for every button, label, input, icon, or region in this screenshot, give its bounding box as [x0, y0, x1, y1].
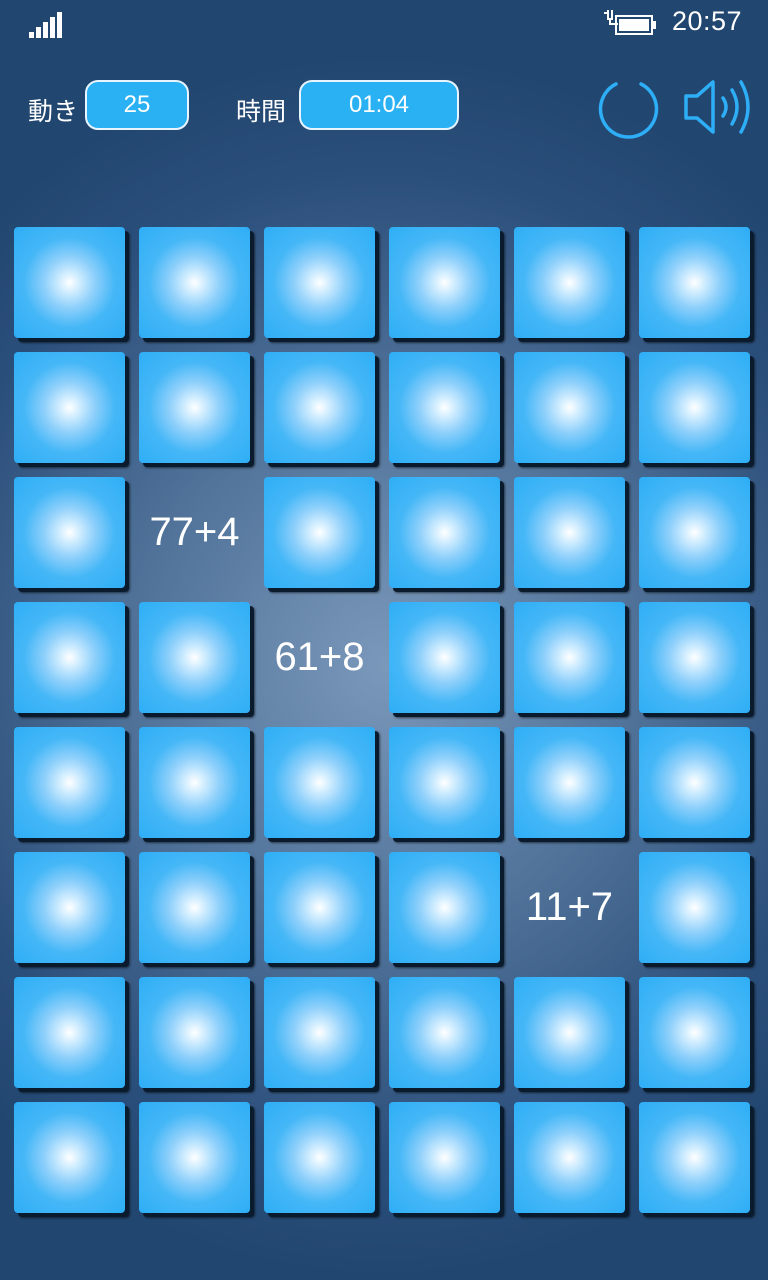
hidden-card-tile[interactable] [139, 852, 250, 963]
hidden-card-tile[interactable] [389, 1102, 500, 1213]
hidden-card-tile[interactable] [264, 727, 375, 838]
hidden-card-tile[interactable] [514, 1102, 625, 1213]
hidden-card-tile[interactable] [264, 852, 375, 963]
hidden-card-tile[interactable] [389, 977, 500, 1088]
hidden-card-tile[interactable] [389, 227, 500, 338]
revealed-card: 61+8 [274, 635, 365, 679]
hidden-card-tile[interactable] [14, 977, 125, 1088]
hidden-card-tile[interactable] [139, 727, 250, 838]
hidden-card-tile[interactable] [139, 352, 250, 463]
hidden-card-tile[interactable] [389, 852, 500, 963]
hidden-card-tile[interactable] [139, 227, 250, 338]
hidden-card-tile[interactable] [639, 227, 750, 338]
hidden-card-tile[interactable] [139, 1102, 250, 1213]
hidden-card-tile[interactable] [514, 727, 625, 838]
hidden-card-tile[interactable] [389, 602, 500, 713]
hidden-card-tile[interactable] [514, 977, 625, 1088]
hidden-card-tile[interactable] [514, 352, 625, 463]
hidden-card-tile[interactable] [514, 477, 625, 588]
hidden-card-tile[interactable] [264, 227, 375, 338]
hidden-card-tile[interactable] [514, 602, 625, 713]
hidden-card-tile[interactable] [639, 977, 750, 1088]
hidden-card-tile[interactable] [14, 227, 125, 338]
signal-icon [29, 12, 63, 38]
hidden-card-tile[interactable] [639, 602, 750, 713]
hidden-card-tile[interactable] [14, 852, 125, 963]
hidden-card-tile[interactable] [14, 477, 125, 588]
time-counter: 01:04 [299, 80, 459, 130]
restart-icon[interactable] [596, 76, 662, 142]
hidden-card-tile[interactable] [264, 352, 375, 463]
time-label: 時間 [236, 97, 287, 126]
moves-counter: 25 [85, 80, 189, 130]
hidden-card-tile[interactable] [14, 727, 125, 838]
hidden-card-tile[interactable] [389, 727, 500, 838]
hidden-card-tile[interactable] [639, 727, 750, 838]
game-board: 77+4 61+8 11+7 [14, 227, 758, 1227]
hidden-card-tile[interactable] [264, 977, 375, 1088]
clock: 20:57 [672, 6, 743, 36]
hidden-card-tile[interactable] [514, 227, 625, 338]
battery-charging-icon [604, 10, 656, 35]
hidden-card-tile[interactable] [14, 1102, 125, 1213]
hidden-card-tile[interactable] [14, 352, 125, 463]
hidden-card-tile[interactable] [139, 602, 250, 713]
moves-label: 動き [28, 97, 79, 126]
hidden-card-tile[interactable] [639, 477, 750, 588]
hidden-card-tile[interactable] [389, 477, 500, 588]
hidden-card-tile[interactable] [639, 352, 750, 463]
hidden-card-tile[interactable] [264, 1102, 375, 1213]
hidden-card-tile[interactable] [639, 852, 750, 963]
revealed-card: 77+4 [149, 510, 240, 554]
hidden-card-tile[interactable] [639, 1102, 750, 1213]
status-bar: 20:57 [0, 0, 768, 50]
hidden-card-tile[interactable] [264, 477, 375, 588]
hidden-card-tile[interactable] [389, 352, 500, 463]
speaker-icon[interactable] [683, 74, 755, 140]
hidden-card-tile[interactable] [139, 977, 250, 1088]
hidden-card-tile[interactable] [14, 602, 125, 713]
revealed-card: 11+7 [525, 885, 614, 929]
